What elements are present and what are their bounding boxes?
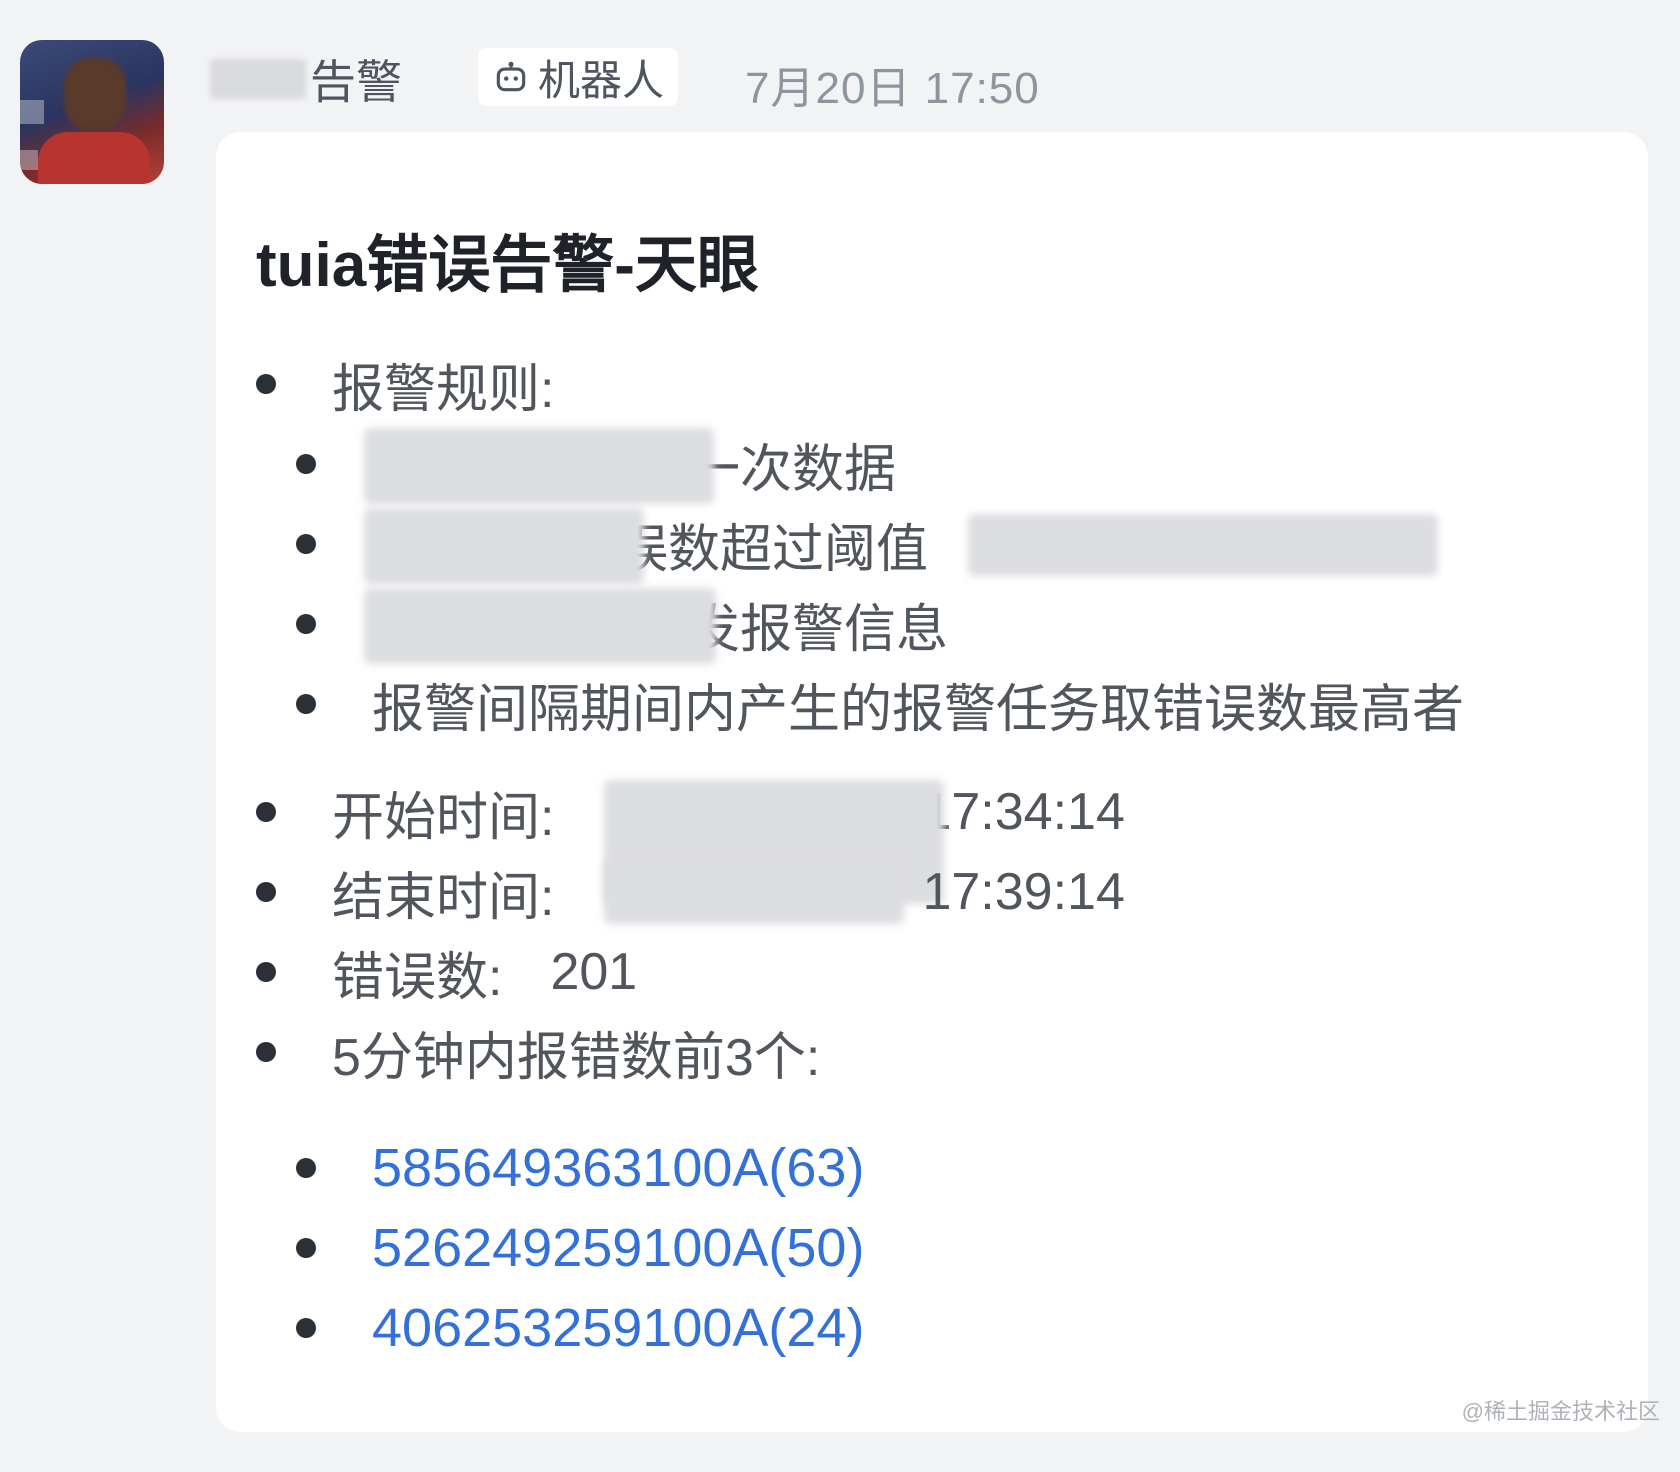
- rule-item: 报警间隔期间内产生的报警任务取错误数最高者: [296, 668, 1464, 740]
- rule-text: 误数超过阈值: [616, 520, 929, 579]
- error-count-label: 错误数:: [332, 948, 503, 1007]
- redacted-block: [604, 860, 904, 924]
- avatar[interactable]: [20, 40, 164, 184]
- bullet-icon: [296, 534, 316, 554]
- bullet-icon: [296, 614, 316, 634]
- top-error-item: 585649363100A(63): [296, 1132, 864, 1204]
- top-error-item: 526249259100A(50): [296, 1212, 864, 1284]
- alert-message-card[interactable]: tuia错误告警-天眼 报警规则: 一次数据 误数超过阈值 发报警信息 报警间隔…: [216, 132, 1648, 1432]
- sender-name-row: 告警: [210, 50, 402, 108]
- bot-tag: 机器人: [478, 48, 679, 106]
- rule-text: 一次数据: [688, 440, 897, 499]
- message-timestamp: 7月20日 17:50: [745, 64, 1040, 113]
- end-time-value: 17:39:14: [922, 863, 1125, 921]
- redacted-block: [968, 514, 1438, 576]
- top-error-link[interactable]: 406253259100A(24): [372, 1297, 864, 1359]
- start-time-label: 开始时间:: [332, 788, 555, 847]
- top-error-link[interactable]: 585649363100A(63): [372, 1137, 864, 1199]
- top-error-link[interactable]: 526249259100A(50): [372, 1217, 864, 1279]
- bullet-icon: [256, 374, 276, 394]
- bullet-icon: [296, 694, 316, 714]
- bot-tag-label: 机器人: [538, 56, 665, 104]
- top-errors-label: 5分钟内报错数前3个:: [332, 1028, 821, 1087]
- bullet-icon: [256, 1042, 276, 1062]
- bullet-icon: [256, 962, 276, 982]
- error-count-value: 201: [550, 943, 638, 1001]
- card-title: tuia错误告警-天眼: [256, 231, 759, 300]
- end-time-label: 结束时间:: [332, 868, 555, 927]
- bullet-icon: [256, 802, 276, 822]
- bullet-icon: [296, 1238, 316, 1258]
- bullet-icon: [296, 1318, 316, 1338]
- robot-icon: [496, 61, 526, 92]
- redacted-block: [364, 508, 644, 584]
- redacted-block: [364, 588, 716, 664]
- top-errors-heading-item: 5分钟内报错数前3个:: [256, 1016, 820, 1088]
- bullet-icon: [296, 454, 316, 474]
- rules-heading-item: 报警规则:: [256, 348, 554, 420]
- rule-text: 报警间隔期间内产生的报警任务取错误数最高者: [372, 680, 1465, 739]
- rules-heading: 报警规则:: [332, 360, 555, 419]
- redacted-block: [210, 59, 306, 99]
- top-error-item: 406253259100A(24): [296, 1292, 864, 1364]
- error-count-item: 错误数: 201: [256, 936, 637, 1008]
- bullet-icon: [256, 882, 276, 902]
- start-time-value: 17:34:14: [922, 783, 1125, 841]
- source-watermark: @稀土掘金技术社区: [1461, 1399, 1660, 1424]
- rule-text: 发报警信息: [688, 600, 949, 659]
- redacted-block: [364, 428, 714, 504]
- bullet-icon: [296, 1158, 316, 1178]
- sender-name[interactable]: 告警: [310, 46, 402, 112]
